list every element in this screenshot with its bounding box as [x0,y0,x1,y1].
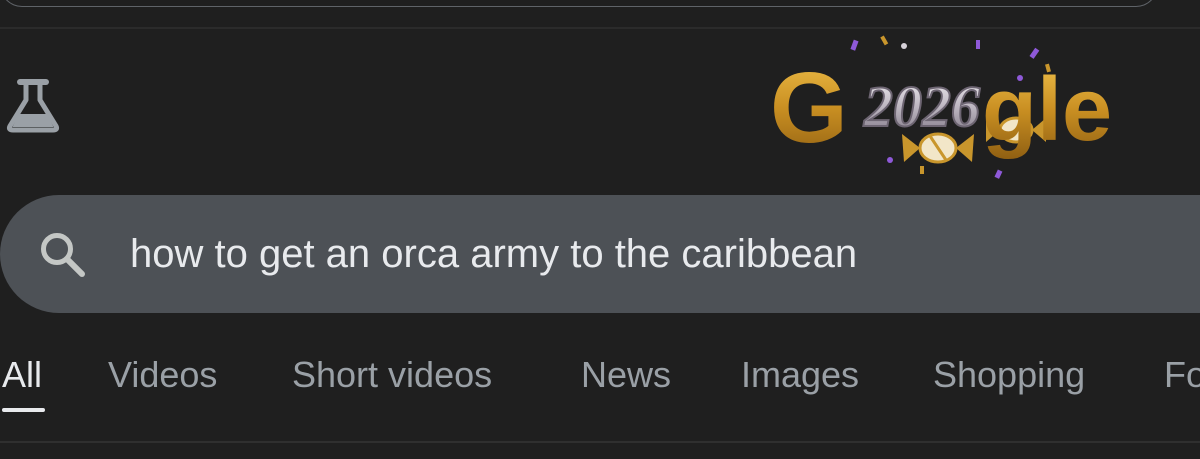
search-icon[interactable] [36,228,88,280]
tab-forums-partial[interactable]: Fo [1164,348,1200,408]
logo-year-balloons: 2026 [863,74,980,139]
tabs-divider [0,441,1200,443]
search-tabs: All Videos Short videos News Images Shop… [0,348,1200,412]
tab-short-videos[interactable]: Short videos [292,348,492,408]
tab-news[interactable]: News [581,348,671,408]
top-bar [0,0,1200,29]
tab-all[interactable]: All [2,348,42,408]
flask-icon[interactable] [6,78,60,134]
google-doodle-logo[interactable]: G 2026 gle [770,34,1170,184]
active-tab-indicator [2,408,45,412]
logo-letter-g: G [770,52,848,164]
top-search-bar-edge [0,0,1158,7]
logo-letters-gle: gle [982,60,1112,160]
tab-videos[interactable]: Videos [108,348,217,408]
tab-shopping[interactable]: Shopping [933,348,1085,408]
tab-images[interactable]: Images [741,348,859,408]
search-query-text[interactable]: how to get an orca army to the caribbean [130,229,857,279]
